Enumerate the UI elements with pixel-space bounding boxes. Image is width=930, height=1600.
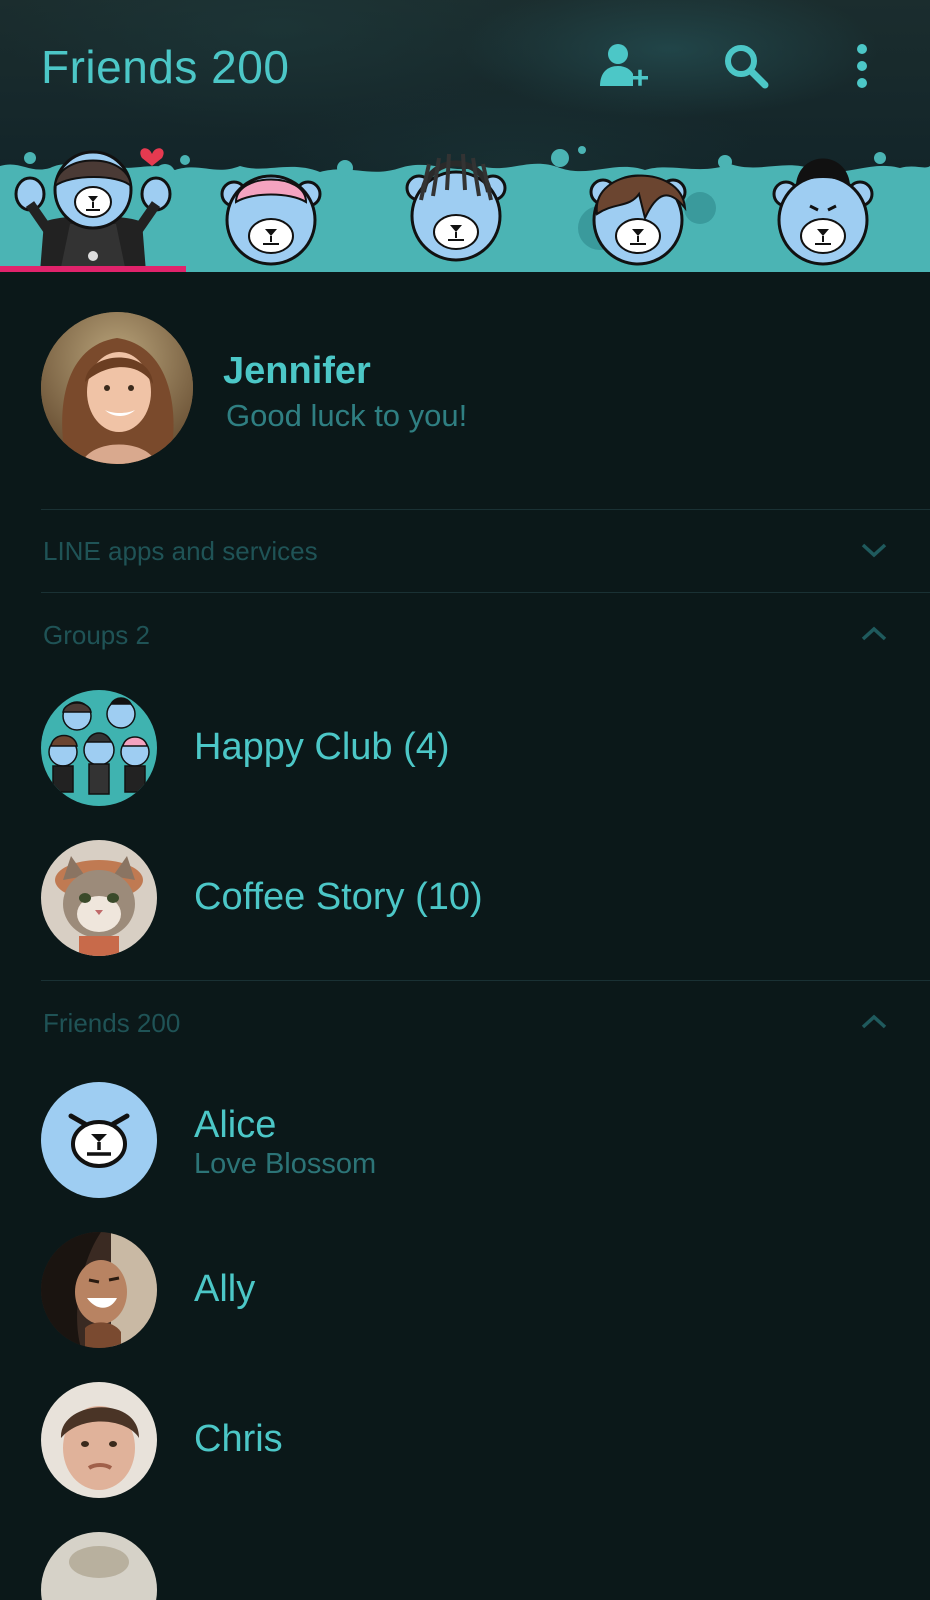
section-groups[interactable]: Groups 2 <box>0 594 930 678</box>
group-name: Happy Club (4) <box>194 726 450 768</box>
section-line-apps-services[interactable]: LINE apps and services <box>0 510 930 594</box>
list-item-group[interactable]: Coffee Story (10) <box>0 824 930 974</box>
avatar <box>41 1532 157 1600</box>
list-item-friend[interactable]: Chris <box>0 1366 930 1516</box>
friend-name: Alice <box>194 1104 277 1146</box>
list-item-friend[interactable]: Alice Love Blossom <box>0 1066 930 1216</box>
search-icon[interactable] <box>718 38 774 94</box>
group-avatar <box>41 840 157 956</box>
chevron-down-icon <box>861 543 887 558</box>
header: Friends 200 <box>0 0 930 272</box>
list-item-group[interactable]: Happy Club (4) <box>0 674 930 824</box>
friend-status-message: Love Blossom <box>194 1148 377 1180</box>
character-tab-3[interactable] <box>363 138 549 272</box>
section-label: Groups 2 <box>43 620 150 650</box>
profile-status-message: Good luck to you! <box>226 398 468 433</box>
avatar <box>41 1382 157 1498</box>
character-tab-2[interactable] <box>178 138 364 272</box>
group-avatar <box>41 690 157 806</box>
friend-name: Ally <box>194 1268 256 1310</box>
section-friends[interactable]: Friends 200 <box>0 982 930 1066</box>
section-label: Friends 200 <box>43 1008 181 1038</box>
profile-name: Jennifer <box>223 350 371 392</box>
page-title: Friends 200 <box>41 41 290 93</box>
my-profile-row[interactable]: Jennifer Good luck to you! <box>0 272 930 516</box>
friends-list: Jennifer Good luck to you! LINE apps and… <box>0 272 930 1600</box>
chevron-up-icon <box>861 626 887 641</box>
top-bar: Friends 200 <box>0 0 930 140</box>
add-friend-icon[interactable] <box>596 38 652 94</box>
character-tab-4[interactable] <box>545 138 731 272</box>
friend-name: Chris <box>194 1418 283 1460</box>
divider <box>41 592 930 593</box>
more-options-icon[interactable] <box>842 38 882 94</box>
section-label: LINE apps and services <box>43 536 318 566</box>
character-tab-5[interactable] <box>730 138 916 272</box>
avatar <box>41 1232 157 1348</box>
friends-screen: Friends 200 Jennifer Good luck to you! L… <box>0 0 930 1600</box>
divider <box>41 980 930 981</box>
character-tab-strip <box>0 138 930 272</box>
list-item-friend[interactable]: Ally <box>0 1216 930 1366</box>
group-name: Coffee Story (10) <box>194 876 483 918</box>
avatar <box>41 1082 157 1198</box>
list-item-friend[interactable] <box>0 1516 930 1600</box>
character-tab-1[interactable] <box>0 138 186 272</box>
avatar <box>41 312 193 464</box>
chevron-up-icon <box>861 1014 887 1029</box>
